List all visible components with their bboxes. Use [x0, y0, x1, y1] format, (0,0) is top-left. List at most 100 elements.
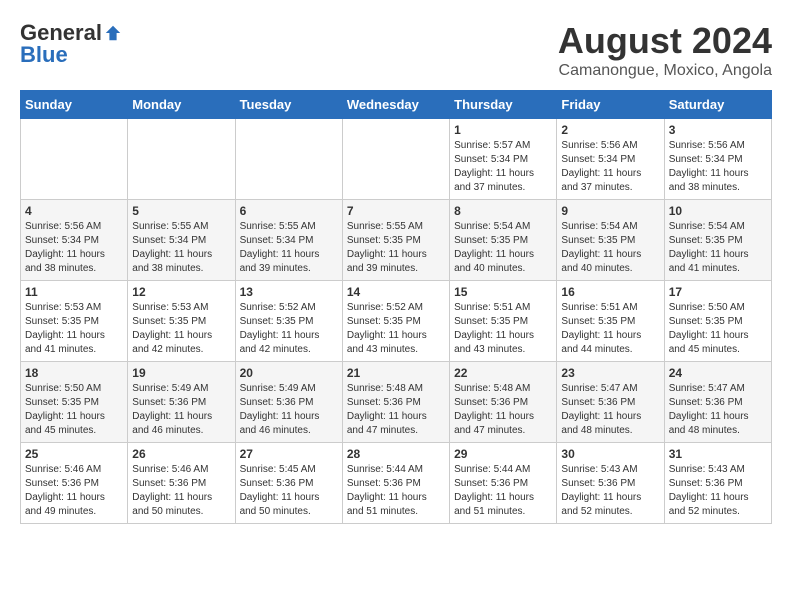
day-info: Sunrise: 5:44 AM Sunset: 5:36 PM Dayligh… — [454, 463, 552, 519]
week-row: 25 Sunrise: 5:46 AM Sunset: 5:36 PM Dayli… — [21, 443, 772, 524]
day-number: 18 — [25, 366, 123, 380]
month-title: August 2024 — [558, 20, 772, 62]
day-info: Sunrise: 5:51 AM Sunset: 5:35 PM Dayligh… — [561, 301, 659, 357]
calendar-cell: 17 Sunrise: 5:50 AM Sunset: 5:35 PM Dayli… — [664, 281, 771, 362]
title-block: August 2024 Camanongue, Moxico, Angola — [558, 20, 772, 80]
week-row: 4 Sunrise: 5:56 AM Sunset: 5:34 PM Daylig… — [21, 200, 772, 281]
logo-icon — [104, 24, 122, 42]
day-info: Sunrise: 5:55 AM Sunset: 5:35 PM Dayligh… — [347, 220, 445, 276]
day-number: 27 — [240, 447, 338, 461]
day-info: Sunrise: 5:54 AM Sunset: 5:35 PM Dayligh… — [669, 220, 767, 276]
day-header-monday: Monday — [128, 91, 235, 119]
calendar-cell: 31 Sunrise: 5:43 AM Sunset: 5:36 PM Dayli… — [664, 443, 771, 524]
day-number: 25 — [25, 447, 123, 461]
day-number: 17 — [669, 285, 767, 299]
day-number: 4 — [25, 204, 123, 218]
calendar-cell: 29 Sunrise: 5:44 AM Sunset: 5:36 PM Dayli… — [450, 443, 557, 524]
logo-blue: Blue — [20, 42, 68, 68]
day-number: 10 — [669, 204, 767, 218]
day-number: 3 — [669, 123, 767, 137]
day-number: 12 — [132, 285, 230, 299]
day-info: Sunrise: 5:44 AM Sunset: 5:36 PM Dayligh… — [347, 463, 445, 519]
calendar-cell: 27 Sunrise: 5:45 AM Sunset: 5:36 PM Dayli… — [235, 443, 342, 524]
week-row: 18Sunrise: 5:50 AM Sunset: 5:35 PM Dayli… — [21, 362, 772, 443]
day-info: Sunrise: 5:51 AM Sunset: 5:35 PM Dayligh… — [454, 301, 552, 357]
day-number: 15 — [454, 285, 552, 299]
day-info: Sunrise: 5:56 AM Sunset: 5:34 PM Dayligh… — [669, 139, 767, 195]
logo: General Blue — [20, 20, 122, 68]
calendar-cell — [342, 119, 449, 200]
day-number: 7 — [347, 204, 445, 218]
day-number: 28 — [347, 447, 445, 461]
calendar-cell: 4 Sunrise: 5:56 AM Sunset: 5:34 PM Daylig… — [21, 200, 128, 281]
day-number: 6 — [240, 204, 338, 218]
day-info: Sunrise: 5:53 AM Sunset: 5:35 PM Dayligh… — [25, 301, 123, 357]
day-info: Sunrise: 5:55 AM Sunset: 5:34 PM Dayligh… — [240, 220, 338, 276]
day-info: Sunrise: 5:46 AM Sunset: 5:36 PM Dayligh… — [25, 463, 123, 519]
calendar-cell: 24Sunrise: 5:47 AM Sunset: 5:36 PM Dayli… — [664, 362, 771, 443]
page-header: General Blue August 2024 Camanongue, Mox… — [20, 20, 772, 80]
day-info: Sunrise: 5:46 AM Sunset: 5:36 PM Dayligh… — [132, 463, 230, 519]
day-info: Sunrise: 5:55 AM Sunset: 5:34 PM Dayligh… — [132, 220, 230, 276]
day-info: Sunrise: 5:56 AM Sunset: 5:34 PM Dayligh… — [25, 220, 123, 276]
calendar-cell: 23Sunrise: 5:47 AM Sunset: 5:36 PM Dayli… — [557, 362, 664, 443]
calendar-cell: 18Sunrise: 5:50 AM Sunset: 5:35 PM Dayli… — [21, 362, 128, 443]
day-header-sunday: Sunday — [21, 91, 128, 119]
calendar-cell: 8 Sunrise: 5:54 AM Sunset: 5:35 PM Daylig… — [450, 200, 557, 281]
day-info: Sunrise: 5:54 AM Sunset: 5:35 PM Dayligh… — [454, 220, 552, 276]
day-info: Sunrise: 5:47 AM Sunset: 5:36 PM Dayligh… — [561, 382, 659, 438]
calendar-cell: 22 Sunrise: 5:48 AM Sunset: 5:36 PM Dayli… — [450, 362, 557, 443]
day-info: Sunrise: 5:45 AM Sunset: 5:36 PM Dayligh… — [240, 463, 338, 519]
location-subtitle: Camanongue, Moxico, Angola — [558, 62, 772, 80]
day-header-tuesday: Tuesday — [235, 91, 342, 119]
calendar-cell — [128, 119, 235, 200]
day-number: 2 — [561, 123, 659, 137]
calendar-cell: 10 Sunrise: 5:54 AM Sunset: 5:35 PM Dayli… — [664, 200, 771, 281]
calendar-cell: 1Sunrise: 5:57 AM Sunset: 5:34 PM Daylig… — [450, 119, 557, 200]
calendar-cell: 12 Sunrise: 5:53 AM Sunset: 5:35 PM Dayli… — [128, 281, 235, 362]
calendar-cell: 16 Sunrise: 5:51 AM Sunset: 5:35 PM Dayli… — [557, 281, 664, 362]
calendar-cell: 5 Sunrise: 5:55 AM Sunset: 5:34 PM Daylig… — [128, 200, 235, 281]
day-number: 9 — [561, 204, 659, 218]
day-number: 26 — [132, 447, 230, 461]
day-number: 5 — [132, 204, 230, 218]
calendar-cell: 6 Sunrise: 5:55 AM Sunset: 5:34 PM Daylig… — [235, 200, 342, 281]
week-row: 1Sunrise: 5:57 AM Sunset: 5:34 PM Daylig… — [21, 119, 772, 200]
day-number: 31 — [669, 447, 767, 461]
calendar-cell: 2 Sunrise: 5:56 AM Sunset: 5:34 PM Daylig… — [557, 119, 664, 200]
day-number: 11 — [25, 285, 123, 299]
day-number: 8 — [454, 204, 552, 218]
day-header-saturday: Saturday — [664, 91, 771, 119]
day-info: Sunrise: 5:53 AM Sunset: 5:35 PM Dayligh… — [132, 301, 230, 357]
calendar-cell: 28 Sunrise: 5:44 AM Sunset: 5:36 PM Dayli… — [342, 443, 449, 524]
day-info: Sunrise: 5:49 AM Sunset: 5:36 PM Dayligh… — [240, 382, 338, 438]
day-info: Sunrise: 5:43 AM Sunset: 5:36 PM Dayligh… — [669, 463, 767, 519]
day-info: Sunrise: 5:48 AM Sunset: 5:36 PM Dayligh… — [347, 382, 445, 438]
calendar-cell: 20 Sunrise: 5:49 AM Sunset: 5:36 PM Dayli… — [235, 362, 342, 443]
day-info: Sunrise: 5:50 AM Sunset: 5:35 PM Dayligh… — [669, 301, 767, 357]
day-number: 13 — [240, 285, 338, 299]
calendar-cell — [235, 119, 342, 200]
day-info: Sunrise: 5:48 AM Sunset: 5:36 PM Dayligh… — [454, 382, 552, 438]
calendar-cell: 9 Sunrise: 5:54 AM Sunset: 5:35 PM Daylig… — [557, 200, 664, 281]
day-number: 20 — [240, 366, 338, 380]
day-number: 29 — [454, 447, 552, 461]
calendar-cell — [21, 119, 128, 200]
calendar-cell: 11 Sunrise: 5:53 AM Sunset: 5:35 PM Dayli… — [21, 281, 128, 362]
day-info: Sunrise: 5:56 AM Sunset: 5:34 PM Dayligh… — [561, 139, 659, 195]
day-number: 22 — [454, 366, 552, 380]
calendar-cell: 3 Sunrise: 5:56 AM Sunset: 5:34 PM Daylig… — [664, 119, 771, 200]
day-number: 14 — [347, 285, 445, 299]
day-info: Sunrise: 5:49 AM Sunset: 5:36 PM Dayligh… — [132, 382, 230, 438]
day-number: 1 — [454, 123, 552, 137]
calendar-cell: 30 Sunrise: 5:43 AM Sunset: 5:36 PM Dayli… — [557, 443, 664, 524]
day-number: 16 — [561, 285, 659, 299]
calendar-cell: 15 Sunrise: 5:51 AM Sunset: 5:35 PM Dayli… — [450, 281, 557, 362]
day-info: Sunrise: 5:43 AM Sunset: 5:36 PM Dayligh… — [561, 463, 659, 519]
header-row: SundayMondayTuesdayWednesdayThursdayFrid… — [21, 91, 772, 119]
week-row: 11 Sunrise: 5:53 AM Sunset: 5:35 PM Dayli… — [21, 281, 772, 362]
day-info: Sunrise: 5:54 AM Sunset: 5:35 PM Dayligh… — [561, 220, 659, 276]
calendar-cell: 7 Sunrise: 5:55 AM Sunset: 5:35 PM Daylig… — [342, 200, 449, 281]
day-info: Sunrise: 5:47 AM Sunset: 5:36 PM Dayligh… — [669, 382, 767, 438]
day-number: 30 — [561, 447, 659, 461]
